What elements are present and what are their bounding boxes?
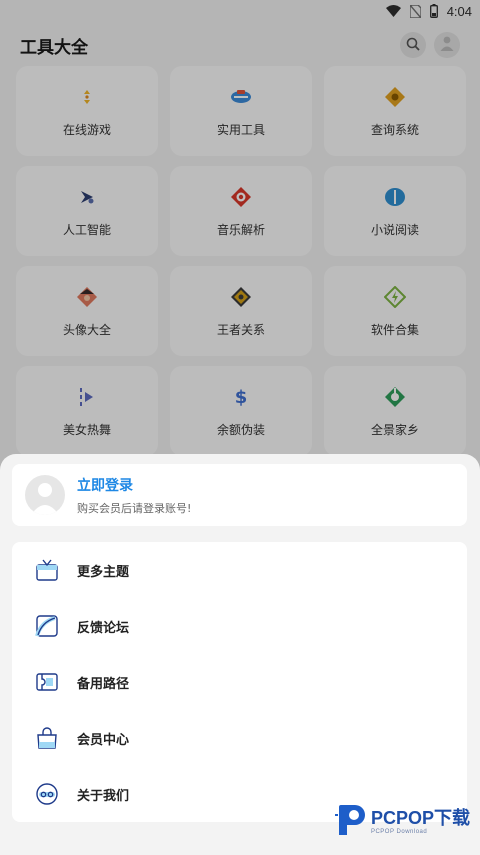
forum-icon <box>34 613 60 639</box>
login-text: 立即登录 购买会员后请登录账号! <box>77 475 191 516</box>
menu-label: 反馈论坛 <box>77 620 130 636</box>
theme-icon <box>34 557 60 583</box>
wifi-icon <box>385 5 401 17</box>
status-bar: 4:04 <box>0 0 480 22</box>
menu-card: 更多主题 反馈论坛 备用路径 会员中心 关于我们 <box>12 542 467 822</box>
pcpop-logo-icon <box>334 803 367 841</box>
watermark-sub: PCPOP Download <box>370 829 428 835</box>
backup-route-icon <box>34 669 60 695</box>
watermark-main: PCPOP下载 <box>370 808 470 828</box>
watermark: PCPOP下载 PCPOP Download <box>334 803 470 841</box>
login-card[interactable]: 立即登录 购买会员后请登录账号! <box>12 464 467 526</box>
member-bag-icon <box>34 725 60 751</box>
no-sim-icon <box>409 4 421 18</box>
watermark-text: PCPOP下载 PCPOP Download <box>371 809 470 835</box>
menu-item-member-center[interactable]: 会员中心 <box>12 710 467 766</box>
battery-icon <box>429 4 438 18</box>
login-hint: 购买会员后请登录账号! <box>77 501 192 515</box>
menu-item-feedback-forum[interactable]: 反馈论坛 <box>12 598 467 654</box>
menu-label: 关于我们 <box>77 788 130 804</box>
bottom-sheet: 立即登录 购买会员后请登录账号! 更多主题 反馈论坛 备用路径 会员中心 关于我… <box>0 454 480 855</box>
about-icon <box>34 781 60 807</box>
menu-label: 会员中心 <box>77 732 130 748</box>
login-link[interactable]: 立即登录 <box>77 475 191 495</box>
menu-label: 备用路径 <box>77 676 130 692</box>
avatar <box>25 475 65 515</box>
menu-label: 更多主题 <box>77 564 130 580</box>
status-time: 4:04 <box>446 3 472 19</box>
avatar-placeholder-icon <box>31 483 59 515</box>
menu-item-more-themes[interactable]: 更多主题 <box>12 542 467 598</box>
menu-item-backup-route[interactable]: 备用路径 <box>12 654 467 710</box>
